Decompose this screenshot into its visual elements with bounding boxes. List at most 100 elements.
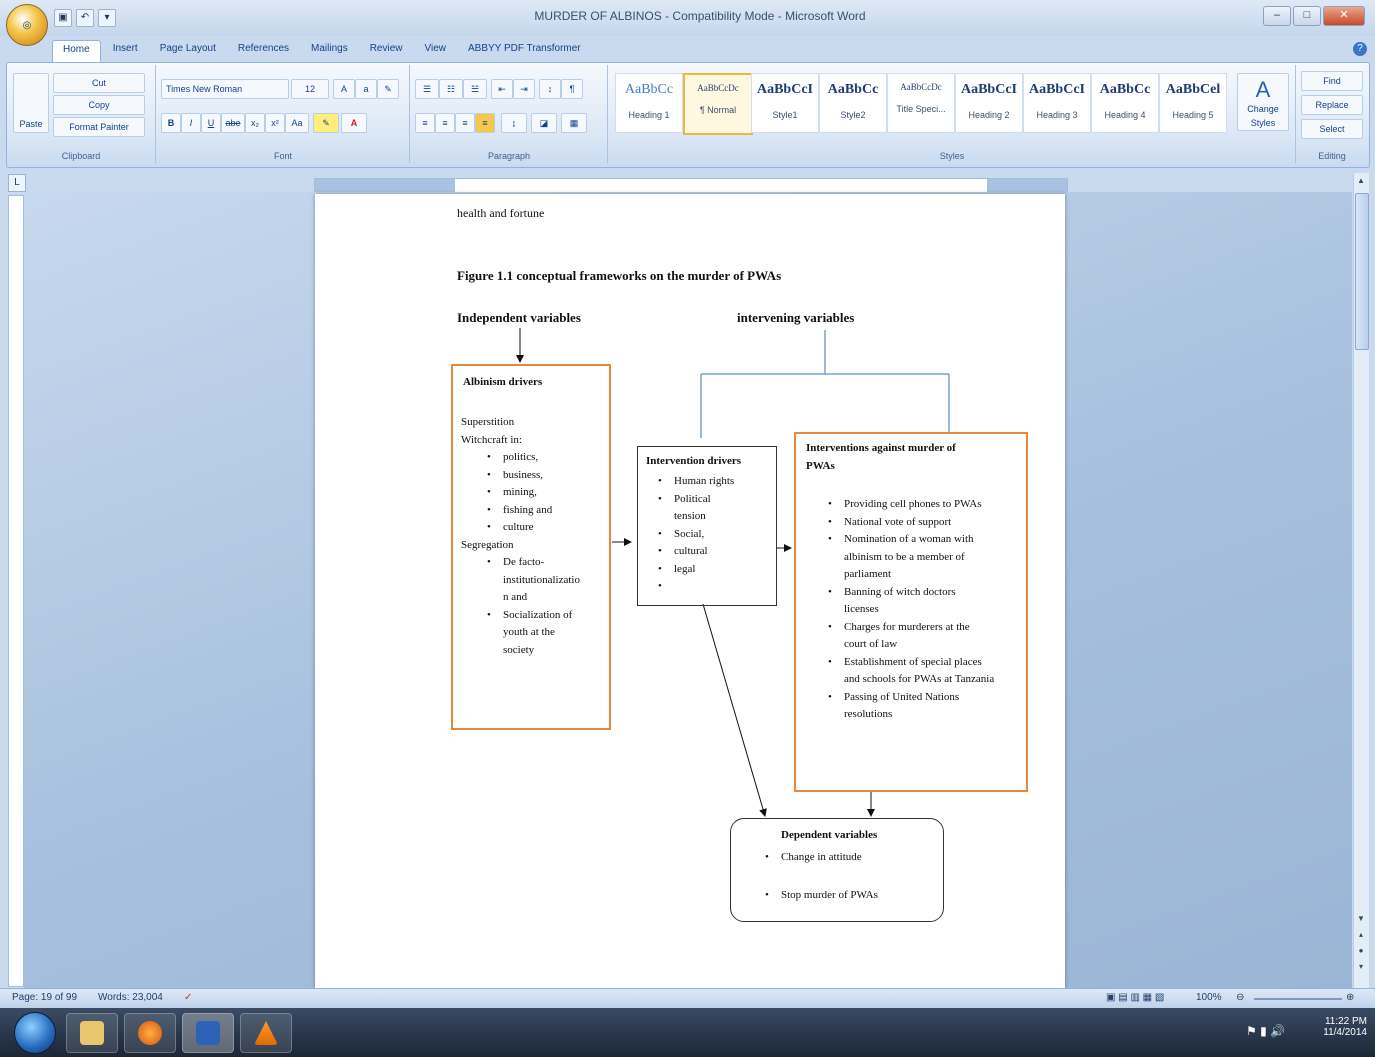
strikethrough-icon[interactable]: abe: [221, 113, 245, 133]
vertical-scrollbar[interactable]: ▲ ▼ ▴ ● ▾: [1353, 173, 1369, 988]
shading-icon[interactable]: ◪: [531, 113, 557, 133]
list-item: Human rights: [656, 473, 734, 491]
paragraph-label: Paragraph: [487, 151, 531, 161]
clock-time[interactable]: 11:22 PM: [1323, 1016, 1367, 1027]
view-buttons[interactable]: ▣ ▤ ▥ ▦ ▧: [1106, 992, 1164, 1003]
style-style1[interactable]: AaBbCcI Style1: [751, 73, 819, 133]
taskbar-word[interactable]: [182, 1013, 234, 1053]
zoom-in-icon[interactable]: ⊕: [1346, 992, 1354, 1003]
list-item: business,: [485, 467, 580, 485]
format-painter-button[interactable]: Format Painter: [53, 117, 145, 137]
tab-view[interactable]: View: [415, 40, 457, 62]
font-name-select[interactable]: Times New Roman: [161, 79, 289, 99]
justify-icon[interactable]: ≡: [475, 113, 495, 133]
document-page[interactable]: health and fortune Figure 1.1 conceptual…: [315, 194, 1065, 988]
grow-font-icon[interactable]: A: [333, 79, 355, 99]
taskbar-firefox[interactable]: [124, 1013, 176, 1053]
minimize-button[interactable]: –: [1263, 6, 1291, 26]
increase-indent-icon[interactable]: ⇥: [513, 79, 535, 99]
change-case-icon[interactable]: Aa: [285, 113, 309, 133]
align-center-icon[interactable]: ≡: [435, 113, 455, 133]
scroll-down-icon[interactable]: ▼: [1355, 913, 1367, 925]
zoom-level[interactable]: 100%: [1196, 992, 1222, 1003]
undo-icon[interactable]: ↶: [76, 9, 94, 27]
ribbon: Paste Cut Copy Format Painter Clipboard …: [6, 62, 1370, 168]
pilcrow-icon[interactable]: ¶: [561, 79, 583, 99]
help-icon[interactable]: ?: [1353, 42, 1367, 56]
style-heading-3[interactable]: AaBbCcI Heading 3: [1023, 73, 1091, 133]
next-page-icon[interactable]: ▾: [1355, 961, 1367, 973]
scroll-thumb[interactable]: [1355, 193, 1369, 350]
taskbar-vlc[interactable]: [240, 1013, 292, 1053]
save-icon[interactable]: ▣: [54, 9, 72, 27]
tab-home[interactable]: Home: [52, 40, 101, 62]
highlight-icon[interactable]: ✎: [313, 113, 339, 133]
customize-icon[interactable]: ▾: [98, 9, 116, 27]
office-button[interactable]: ◎: [6, 4, 48, 46]
tab-review[interactable]: Review: [360, 40, 413, 62]
interventions-list: Providing cell phones to PWAsNational vo…: [826, 496, 994, 724]
style-normal[interactable]: AaBbCcDc ¶ Normal: [683, 73, 753, 135]
bullets-icon[interactable]: ☰: [415, 79, 439, 99]
style-style2[interactable]: AaBbCc Style2: [819, 73, 887, 133]
style-heading-4[interactable]: AaBbCc Heading 4: [1091, 73, 1159, 133]
tab-insert[interactable]: Insert: [103, 40, 148, 62]
paste-button[interactable]: Paste: [13, 73, 49, 133]
select-button[interactable]: Select: [1301, 119, 1363, 139]
tab-page-layout[interactable]: Page Layout: [150, 40, 226, 62]
vlc-icon: [254, 1021, 278, 1045]
tab-references[interactable]: References: [228, 40, 299, 62]
scroll-up-icon[interactable]: ▲: [1355, 175, 1367, 187]
underline-icon[interactable]: U: [201, 113, 221, 133]
tab-abbyy[interactable]: ABBYY PDF Transformer: [458, 40, 591, 62]
proofing-icon[interactable]: ✓: [184, 992, 192, 1003]
word-count[interactable]: Words: 23,004: [98, 992, 163, 1003]
cut-button[interactable]: Cut: [53, 73, 145, 93]
copy-button[interactable]: Copy: [53, 95, 145, 115]
font-size-select[interactable]: 12: [291, 79, 329, 99]
zoom-slider[interactable]: [1254, 998, 1342, 1000]
shrink-font-icon[interactable]: a: [355, 79, 377, 99]
superscript-icon[interactable]: x²: [265, 113, 285, 133]
close-button[interactable]: ✕: [1323, 6, 1365, 26]
list-item: Providing cell phones to PWAs: [826, 496, 994, 514]
find-button[interactable]: Find: [1301, 71, 1363, 91]
style-heading-2[interactable]: AaBbCcI Heading 2: [955, 73, 1023, 133]
subscript-icon[interactable]: x₂: [245, 113, 265, 133]
list-item: albinism to be a member of: [844, 550, 965, 563]
bold-icon[interactable]: B: [161, 113, 181, 133]
clock-date[interactable]: 11/4/2014: [1323, 1027, 1367, 1038]
tab-mailings[interactable]: Mailings: [301, 40, 358, 62]
vertical-ruler[interactable]: [8, 195, 24, 987]
tray-icons[interactable]: ⚑ ▮ 🔊: [1246, 1024, 1285, 1038]
previous-page-icon[interactable]: ▴: [1355, 929, 1367, 941]
replace-button[interactable]: Replace: [1301, 95, 1363, 115]
decrease-indent-icon[interactable]: ⇤: [491, 79, 513, 99]
page-count[interactable]: Page: 19 of 99: [12, 992, 77, 1003]
font-label: Font: [273, 151, 292, 161]
italic-icon[interactable]: I: [181, 113, 201, 133]
tab-selector[interactable]: L: [8, 174, 26, 192]
clear-format-icon[interactable]: ✎: [377, 79, 399, 99]
taskbar-explorer[interactable]: [66, 1013, 118, 1053]
align-left-icon[interactable]: ≡: [415, 113, 435, 133]
list-item: n and: [503, 591, 528, 603]
numbering-icon[interactable]: ☷: [439, 79, 463, 99]
font-color-icon[interactable]: A: [341, 113, 367, 133]
style-title-special[interactable]: AaBbCcDc Title Speci...: [887, 73, 955, 133]
select-browse-object-icon[interactable]: ●: [1355, 945, 1367, 957]
change-styles-label: Change Styles: [1247, 104, 1279, 128]
align-right-icon[interactable]: ≡: [455, 113, 475, 133]
multilevel-list-icon[interactable]: ☱: [463, 79, 487, 99]
borders-icon[interactable]: ▦: [561, 113, 587, 133]
start-button[interactable]: [14, 1012, 56, 1054]
style-heading-1[interactable]: AaBbCc Heading 1: [615, 73, 683, 133]
line-spacing-icon[interactable]: ↨: [501, 113, 527, 133]
sort-icon[interactable]: ↕: [539, 79, 561, 99]
maximize-button[interactable]: □: [1293, 6, 1321, 26]
change-styles-button[interactable]: A Change Styles: [1237, 73, 1289, 131]
list-item: politics,: [485, 449, 580, 467]
zoom-out-icon[interactable]: ⊖: [1236, 992, 1244, 1003]
style-heading-5[interactable]: AaBbCel Heading 5: [1159, 73, 1227, 133]
list-item: Segregation: [461, 538, 514, 551]
